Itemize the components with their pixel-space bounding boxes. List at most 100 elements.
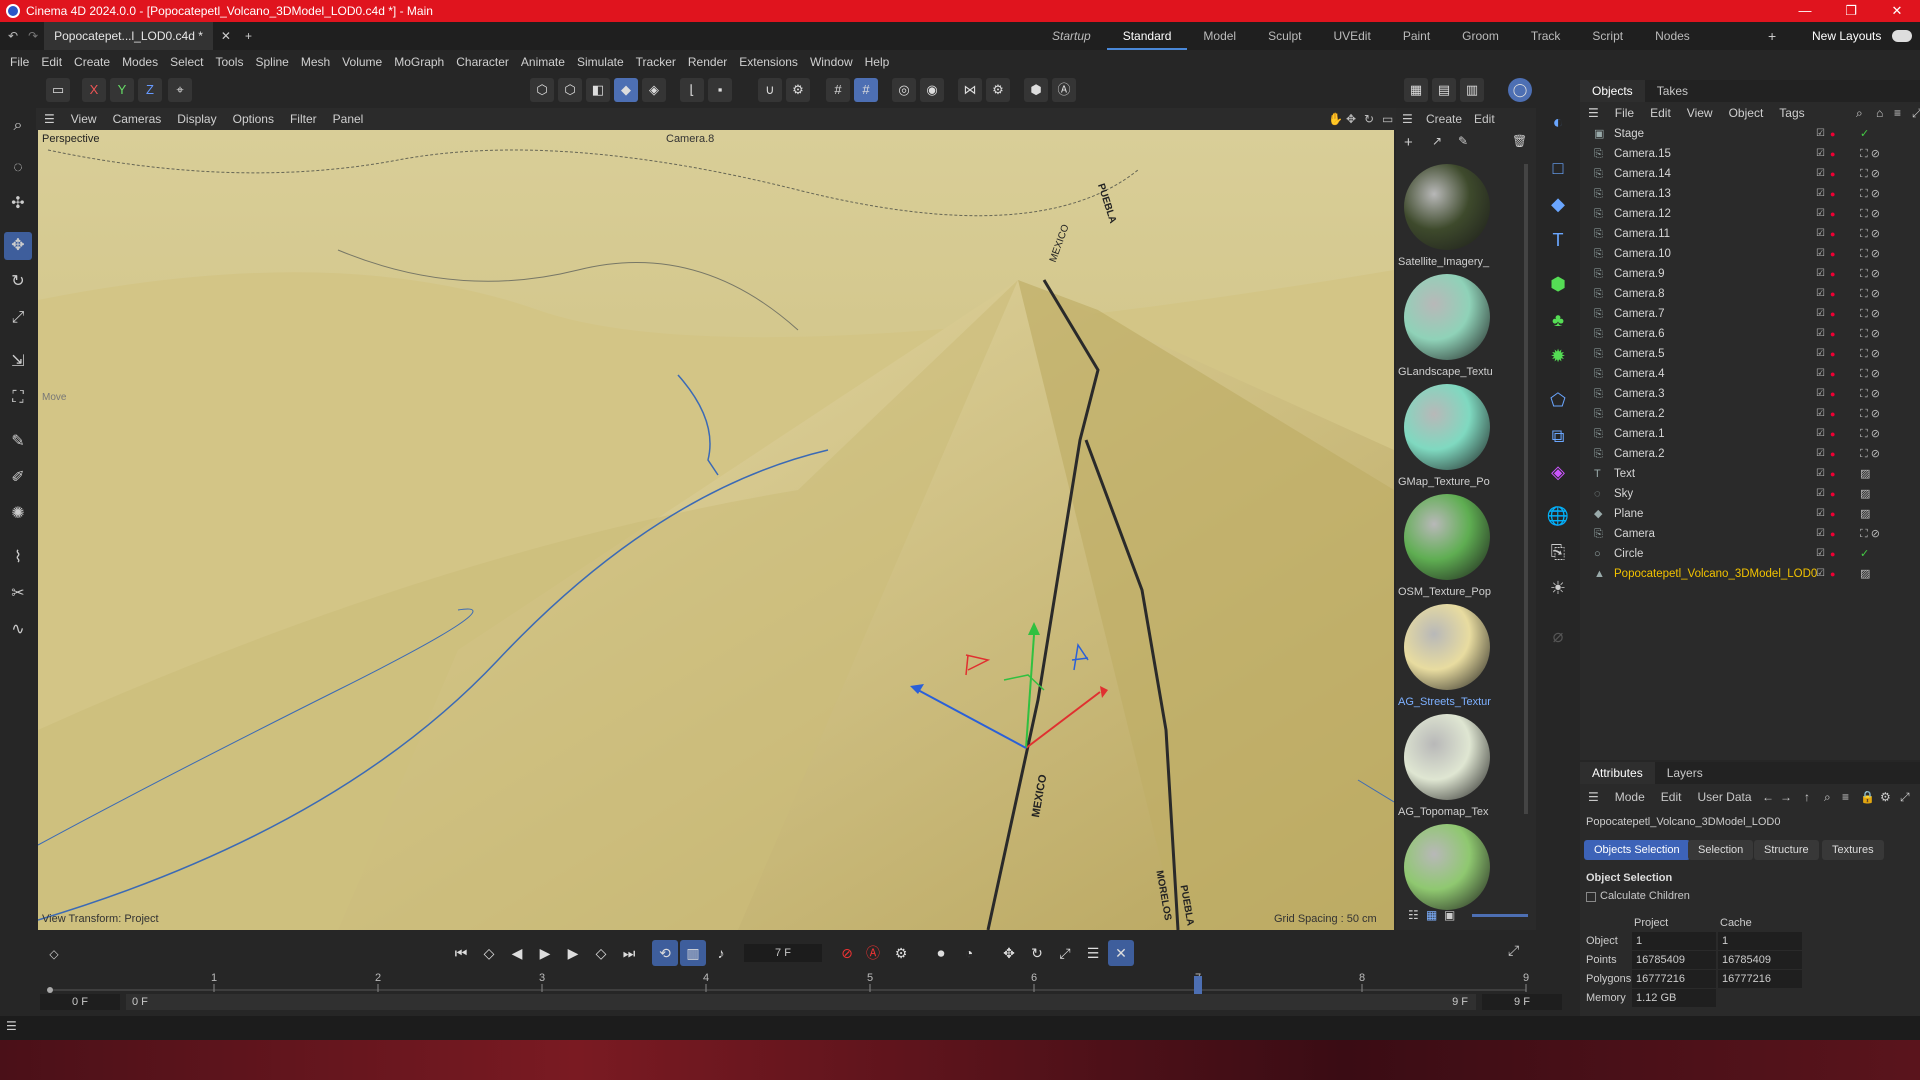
transform-tool-icon[interactable]: ⇲ (4, 348, 32, 376)
menu-animate[interactable]: Animate (515, 55, 571, 69)
render-dot-icon[interactable]: ● (1830, 524, 1835, 544)
object-row[interactable]: ▲ Popocatepetl_Volcano_3DModel_LOD0 ☑ ● ▨ (1580, 564, 1920, 584)
current-frame-field[interactable]: 7 F (744, 944, 822, 962)
snap-grid-icon[interactable]: # (854, 78, 878, 102)
viewport-hamburger-icon[interactable]: ☰ (36, 112, 63, 126)
polygons-mode-icon[interactable]: ◧ (586, 78, 610, 102)
attribute-hamburger-icon[interactable]: ☰ (1580, 790, 1607, 804)
menu-create[interactable]: Create (68, 55, 116, 69)
select-tool-icon[interactable]: ◌ (4, 154, 32, 182)
render-dot-icon[interactable]: ● (1830, 344, 1835, 364)
menu-character[interactable]: Character (450, 55, 515, 69)
object-tag-icon[interactable]: ⛶ ⊘ (1860, 284, 1880, 304)
object-row[interactable]: ⎘ Camera.7 ☑ ● ⛶ ⊘ (1580, 304, 1920, 324)
cube-icon[interactable]: ◆ (1544, 190, 1572, 218)
selection-button[interactable]: Selection (1688, 840, 1754, 860)
y-axis-lock-button[interactable]: Y (110, 78, 134, 102)
render-settings-clapper-icon[interactable]: ▥ (1460, 78, 1484, 102)
textures-button[interactable]: Textures (1822, 840, 1884, 860)
spline-pen-icon[interactable]: ✎ (4, 428, 32, 456)
object-row[interactable]: ⎘ Camera.5 ☑ ● ⛶ ⊘ (1580, 344, 1920, 364)
go-to-end-icon[interactable]: ⏭ (616, 940, 642, 966)
z-axis-lock-button[interactable]: Z (138, 78, 162, 102)
redo-icon[interactable]: ↷ (28, 29, 38, 43)
visibility-toggle-icon[interactable]: ☑ (1816, 504, 1825, 524)
layout-tab-nodes[interactable]: Nodes (1639, 22, 1706, 50)
menu-render[interactable]: Render (682, 55, 733, 69)
layout-tab-sculpt[interactable]: Sculpt (1252, 22, 1317, 50)
record-keys-icon[interactable]: ⊘ (834, 940, 860, 966)
tab-layers[interactable]: Layers (1655, 762, 1715, 784)
render-dot-icon[interactable]: ● (1830, 564, 1835, 584)
object-row[interactable]: ⎘ Camera.11 ☑ ● ⛶ ⊘ (1580, 224, 1920, 244)
x-axis-lock-button[interactable]: X (82, 78, 106, 102)
object-menu-view[interactable]: View (1679, 106, 1721, 120)
structure-button[interactable]: Structure (1754, 840, 1819, 860)
new-layouts-label[interactable]: New Layouts (1812, 29, 1881, 43)
autokey-icon[interactable]: Ⓐ (860, 940, 886, 966)
motion-icon[interactable]: ⏺ (928, 940, 954, 966)
render-dot-icon[interactable]: ● (1830, 324, 1835, 344)
layout-tab-groom[interactable]: Groom (1446, 22, 1515, 50)
frame-ruler[interactable]: 123456789 (46, 970, 1546, 996)
menu-file[interactable]: File (4, 55, 35, 69)
add-document-icon[interactable]: + (245, 29, 252, 43)
object-row[interactable]: ⎘ Camera.12 ☑ ● ⛶ ⊘ (1580, 204, 1920, 224)
object-row[interactable]: ◌ Sky ☑ ● ▨ (1580, 484, 1920, 504)
visibility-toggle-icon[interactable]: ☑ (1816, 284, 1825, 304)
playhead[interactable] (1194, 976, 1202, 994)
render-dot-icon[interactable]: ● (1830, 544, 1835, 564)
play-icon[interactable]: ▶ (532, 940, 558, 966)
material-item[interactable]: GLandscape_Textu (1398, 268, 1500, 378)
visibility-toggle-icon[interactable]: ☑ (1816, 304, 1825, 324)
keyframe-diamond-icon[interactable]: ◇ (42, 942, 66, 966)
render-dot-icon[interactable]: ● (1830, 184, 1835, 204)
attribute-filter-icon[interactable]: ≡ (1842, 790, 1849, 804)
scene-icon[interactable]: 🌐 (1544, 502, 1572, 530)
back-arrow-icon[interactable]: ← (1762, 790, 1774, 804)
view-panel-icon[interactable]: ▭ (46, 78, 70, 102)
object-row[interactable]: ◆ Plane ☑ ● ▨ (1580, 504, 1920, 524)
material-item[interactable]: AG_Topomap_Tex (1398, 708, 1500, 818)
render-dot-icon[interactable]: ● (1830, 264, 1835, 284)
attribute-menu-user-data[interactable]: User Data (1689, 790, 1759, 804)
render-dot-icon[interactable]: ● (1830, 124, 1835, 144)
visibility-toggle-icon[interactable]: ☑ (1816, 384, 1825, 404)
object-tag-icon[interactable]: ▨ (1860, 564, 1870, 584)
forward-arrow-icon[interactable]: → (1780, 790, 1792, 804)
close-button[interactable]: ✕ (1874, 0, 1920, 22)
object-menu-object[interactable]: Object (1721, 106, 1772, 120)
menu-mograph[interactable]: MoGraph (388, 55, 450, 69)
object-hamburger-icon[interactable]: ☰ (1580, 106, 1607, 120)
object-row[interactable]: ○ Circle ☑ ● ✓ (1580, 544, 1920, 564)
add-layout-icon[interactable]: + (1768, 28, 1776, 44)
keyframe-settings-icon[interactable]: ⚙ (888, 940, 914, 966)
object-row[interactable]: ⎘ Camera.14 ☑ ● ⛶ ⊘ (1580, 164, 1920, 184)
sketch-tool-icon[interactable]: ✐ (4, 464, 32, 492)
menu-help[interactable]: Help (859, 55, 896, 69)
lock-icon[interactable]: 🔒 (1860, 790, 1875, 804)
visibility-toggle-icon[interactable]: ☑ (1816, 544, 1825, 564)
tab-takes[interactable]: Takes (1645, 80, 1700, 102)
coordinate-system-icon[interactable]: ⌖ (168, 78, 192, 102)
render-dot-icon[interactable]: ● (1830, 204, 1835, 224)
render-dot-icon[interactable]: ● (1830, 224, 1835, 244)
viewport-menu-filter[interactable]: Filter (282, 112, 325, 126)
guide-icon[interactable]: ⬢ (1024, 78, 1048, 102)
objects-selection-button[interactable]: Objects Selection (1584, 840, 1690, 860)
status-menu-icon[interactable]: ☰ (6, 1019, 17, 1033)
attribute-menu-mode[interactable]: Mode (1607, 790, 1653, 804)
minimize-button[interactable]: — (1782, 0, 1828, 22)
object-row[interactable]: ⎘ Camera.2 ☑ ● ⛶ ⊘ (1580, 404, 1920, 424)
sound-icon[interactable]: ♪ (708, 940, 734, 966)
layout-tab-standard[interactable]: Standard (1106, 22, 1188, 50)
material-menu-edit[interactable]: Edit (1474, 112, 1495, 126)
render-dot-icon[interactable]: ● (1830, 244, 1835, 264)
object-tag-icon[interactable]: ⛶ ⊘ (1860, 304, 1880, 324)
attribute-settings-icon[interactable]: ⚙ (1880, 790, 1891, 804)
attribute-menu-edit[interactable]: Edit (1653, 790, 1690, 804)
material-item[interactable]: AG_Streets_Textur (1398, 598, 1500, 708)
range-icon[interactable]: ▥ (680, 940, 706, 966)
thumbnail-size-slider[interactable] (1472, 914, 1528, 917)
previous-key-icon[interactable]: ◇ (476, 940, 502, 966)
